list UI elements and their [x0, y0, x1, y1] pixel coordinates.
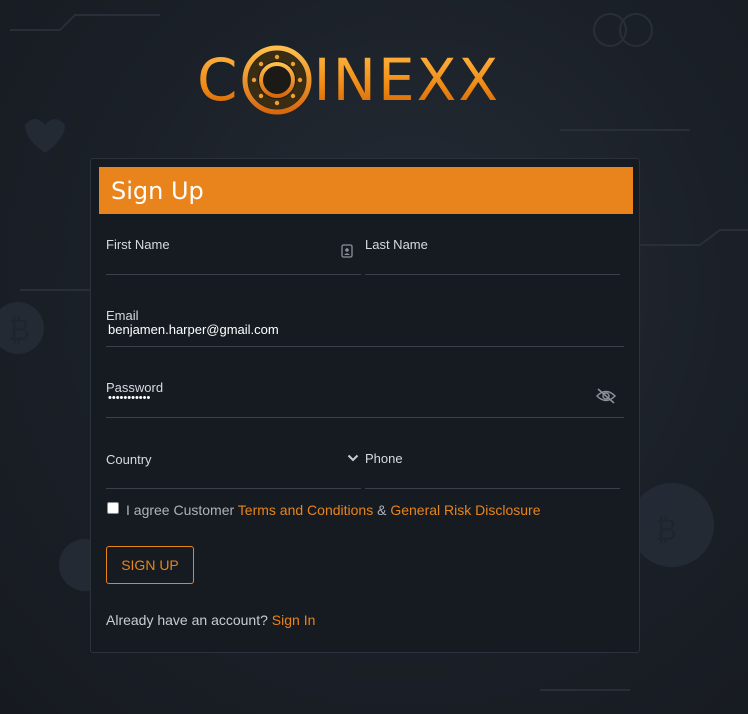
risk-disclosure-link[interactable]: General Risk Disclosure [390, 502, 540, 518]
terms-link[interactable]: Terms and Conditions [238, 502, 373, 518]
password-underline [106, 417, 624, 418]
logo-text-right: INEXX [313, 46, 501, 114]
email-underline [106, 346, 624, 347]
brand-logo: C INEXX [197, 40, 537, 120]
email-field[interactable]: benjamen.harper@gmail.com [108, 322, 279, 337]
signup-card: Sign Up First Name Last Name Email benja… [90, 158, 640, 653]
form-title: Sign Up [99, 167, 633, 214]
agree-checkbox[interactable] [107, 502, 119, 514]
svg-text:₿: ₿ [655, 513, 677, 548]
phone-label: Phone [365, 451, 403, 466]
last-name-field[interactable] [365, 274, 620, 275]
signin-prompt-text: Already have an account? [106, 612, 272, 628]
svg-text:₿: ₿ [8, 313, 30, 348]
eye-off-icon[interactable] [595, 387, 617, 405]
chevron-down-icon[interactable] [347, 453, 359, 463]
phone-field[interactable] [365, 488, 620, 489]
first-name-label: First Name [106, 237, 170, 252]
signin-prompt: Already have an account? Sign In [106, 612, 315, 628]
first-name-field[interactable] [106, 274, 361, 275]
last-name-label: Last Name [365, 237, 428, 252]
email-label: Email [106, 308, 139, 323]
password-field[interactable]: ••••••••••• [108, 392, 150, 404]
contact-card-icon[interactable] [341, 244, 353, 258]
agree-prefix: I agree Customer [126, 502, 238, 518]
agree-joiner: & [373, 502, 391, 518]
sign-up-button[interactable]: SIGN UP [106, 546, 194, 584]
logo-text-left: C [197, 46, 240, 114]
agree-text: I agree Customer Terms and Conditions & … [126, 502, 541, 518]
sign-in-link[interactable]: Sign In [272, 612, 316, 628]
country-select[interactable] [106, 488, 361, 489]
country-label: Country [106, 452, 152, 467]
coin-ring-icon [242, 45, 311, 115]
